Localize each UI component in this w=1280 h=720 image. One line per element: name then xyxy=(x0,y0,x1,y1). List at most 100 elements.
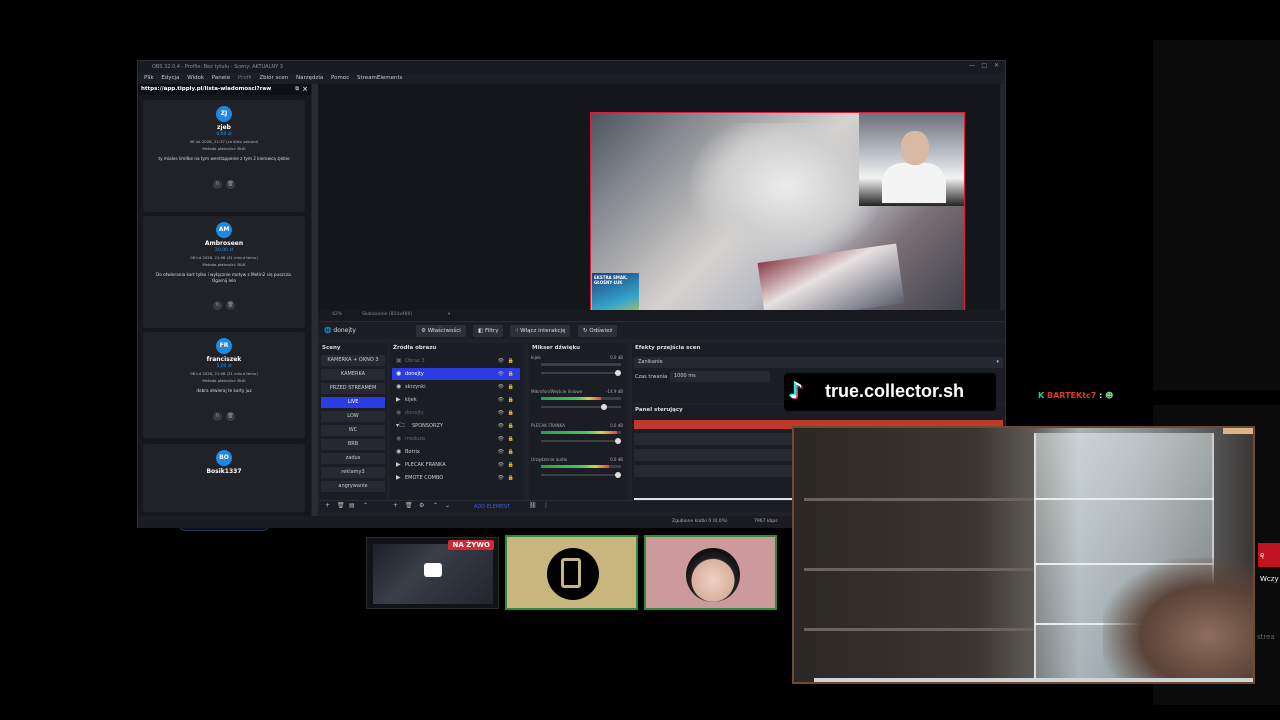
properties-button[interactable]: ⚙ Właściwości xyxy=(416,325,466,337)
tiktok-handle: true.collector.sh xyxy=(825,381,965,401)
menu-widok[interactable]: Widok xyxy=(187,73,204,81)
add-element-button[interactable]: ADD ELEMENT xyxy=(474,504,510,510)
visibility-icon[interactable]: 👁 xyxy=(498,368,504,380)
volume-slider[interactable] xyxy=(541,472,621,478)
zoom-level[interactable]: 42% xyxy=(332,312,342,317)
donation-message: dobra otwieraj te karty juz xyxy=(196,388,252,393)
menu-edycja[interactable]: Edycja xyxy=(161,73,179,81)
lock-icon[interactable]: 🔒 xyxy=(508,459,514,471)
maximize-icon[interactable]: □ xyxy=(981,62,987,69)
lock-icon[interactable]: 🔒 xyxy=(508,368,514,380)
chevron-down-icon[interactable]: ▾ xyxy=(448,312,450,317)
scene-item[interactable]: KAMERKA + OKNO 3 xyxy=(321,355,385,366)
scene-item[interactable]: BRB xyxy=(321,439,385,450)
remove-source-icon[interactable]: 🗑 xyxy=(405,502,413,509)
interact-button[interactable]: ☝ Włącz interakcję xyxy=(510,325,571,337)
avatar: FR xyxy=(216,338,232,354)
menu-panele[interactable]: Panele xyxy=(212,73,230,81)
phone-tile xyxy=(505,535,638,610)
menu-streamelements[interactable]: StreamElements xyxy=(357,73,403,81)
volume-slider[interactable] xyxy=(541,438,621,444)
donor-nick: franciszek xyxy=(206,356,242,363)
lock-icon[interactable]: 🔒 xyxy=(508,446,514,458)
source-row[interactable]: ◉ skrzynki 👁 🔒 xyxy=(392,381,520,393)
scene-item[interactable]: angrywanie xyxy=(321,481,385,492)
menu-profil[interactable]: Profil xyxy=(238,73,252,81)
source-row[interactable]: ▶ PLECAK FRANKA 👁 🔒 xyxy=(392,459,520,471)
source-row[interactable]: ▶ kijek 👁 🔒 xyxy=(392,394,520,406)
mixer-channel: PLECAK FRANKA 0.0 dB xyxy=(531,423,626,457)
scene-item[interactable]: zadus xyxy=(321,453,385,464)
preview-scrollbar[interactable] xyxy=(1000,84,1005,310)
source-group-row[interactable]: ▾🗀 SPONSORZY 👁 🔒 xyxy=(392,420,520,432)
scene-item[interactable]: PRZED STREAMEM xyxy=(321,383,385,394)
refresh-button[interactable]: ↻ Odśwież xyxy=(578,325,618,337)
close-icon[interactable]: ✕ xyxy=(994,62,999,69)
source-row[interactable]: ▣ Obraz 3 👁 🔒 xyxy=(392,355,520,367)
menu-narzedzia[interactable]: Narzędzia xyxy=(296,73,323,81)
dock-close-icon[interactable]: × xyxy=(302,85,308,93)
undock-icon[interactable]: ⧉ xyxy=(295,86,299,92)
source-row[interactable]: ▶ EMOTE COMBO 👁 🔒 xyxy=(392,472,520,484)
add-source-icon[interactable]: + xyxy=(393,502,398,509)
source-row[interactable]: ◉ Botrix 👁 🔒 xyxy=(392,446,520,458)
gloved-hands xyxy=(686,123,886,263)
volume-slider[interactable] xyxy=(541,370,621,376)
donation-date: 08 lut 2026, 21:06 (31 minut temu) xyxy=(190,371,258,376)
visibility-icon[interactable]: 👁 xyxy=(498,394,504,406)
filters-button[interactable]: ◧ Filtry xyxy=(473,325,504,337)
settings-icon[interactable]: ⚙ xyxy=(419,502,424,509)
minimize-icon[interactable]: — xyxy=(969,62,975,69)
program-preview[interactable]: EKSTRA SMAK, GŁOŚNY ŁUK xyxy=(590,112,965,323)
facecam-pip xyxy=(859,113,964,206)
volume-slider[interactable] xyxy=(541,404,621,410)
visibility-icon[interactable]: 👁 xyxy=(498,459,504,471)
more-icon[interactable]: ⋮ xyxy=(543,502,549,509)
scene-item[interactable]: KAMERKA xyxy=(321,369,385,380)
lock-icon[interactable]: 🔒 xyxy=(508,381,514,393)
delete-icon[interactable]: 🗑 xyxy=(226,179,235,189)
scene-item[interactable]: WC xyxy=(321,425,385,436)
visibility-icon[interactable]: 👁 xyxy=(498,446,504,458)
scene-item[interactable]: reklamy3 xyxy=(321,467,385,478)
lock-icon[interactable]: 🔒 xyxy=(508,420,514,432)
visibility-icon[interactable]: 👁 xyxy=(498,407,504,419)
filter-icon[interactable]: ▤ xyxy=(349,502,355,509)
source-row-active[interactable]: ◉ donejty 👁 🔒 xyxy=(392,368,520,380)
source-row[interactable]: ◉ meduza 👁 🔒 xyxy=(392,433,520,445)
visibility-icon[interactable]: 👁 xyxy=(498,381,504,393)
scene-item-active[interactable]: LIVE xyxy=(321,397,385,408)
move-up-icon[interactable]: ⌃ xyxy=(363,502,368,509)
menu-pomoc[interactable]: Pomoc xyxy=(331,73,349,81)
lock-icon[interactable]: 🔒 xyxy=(508,433,514,445)
lock-icon[interactable]: 🔒 xyxy=(508,394,514,406)
menu-zbior-scen[interactable]: Zbiór scen xyxy=(259,73,288,81)
scaling-label[interactable]: Skalowanie (854x480) xyxy=(362,312,412,317)
lock-icon[interactable]: 🔒 xyxy=(508,355,514,367)
remove-scene-icon[interactable]: 🗑 xyxy=(337,502,345,509)
move-up-icon[interactable]: ⌃ xyxy=(433,502,438,509)
lock-icon[interactable]: 🔒 xyxy=(508,407,514,419)
source-row[interactable]: ◉ donejty 👁 🔒 xyxy=(392,407,520,419)
add-scene-icon[interactable]: + xyxy=(325,502,330,509)
scene-item[interactable]: LOW xyxy=(321,411,385,422)
replay-icon[interactable]: ↻ xyxy=(213,179,222,189)
move-down-icon[interactable]: ⌄ xyxy=(445,502,450,509)
replay-icon[interactable]: ↻ xyxy=(213,301,222,310)
visibility-icon[interactable]: 👁 xyxy=(498,420,504,432)
duration-input[interactable]: 1000 ms xyxy=(670,371,770,382)
lock-icon[interactable]: 🔒 xyxy=(508,472,514,484)
link-icon[interactable]: ⛓ xyxy=(529,502,537,509)
menu-plik[interactable]: Plik xyxy=(144,73,154,81)
level-meter xyxy=(541,465,621,468)
visibility-icon[interactable]: 👁 xyxy=(498,472,504,484)
transition-select[interactable]: Zanikanie ▾ xyxy=(634,357,1003,368)
browser-icon: ◉ xyxy=(396,409,402,416)
replay-icon[interactable]: ↻ xyxy=(213,411,222,421)
channel-db: 0.0 dB xyxy=(610,355,623,360)
visibility-icon[interactable]: 👁 xyxy=(498,433,504,445)
visibility-icon[interactable]: 👁 xyxy=(498,355,504,367)
delete-icon[interactable]: 🗑 xyxy=(226,411,235,421)
channel-name: PLECAK FRANKA xyxy=(531,423,566,428)
delete-icon[interactable]: 🗑 xyxy=(226,301,235,310)
